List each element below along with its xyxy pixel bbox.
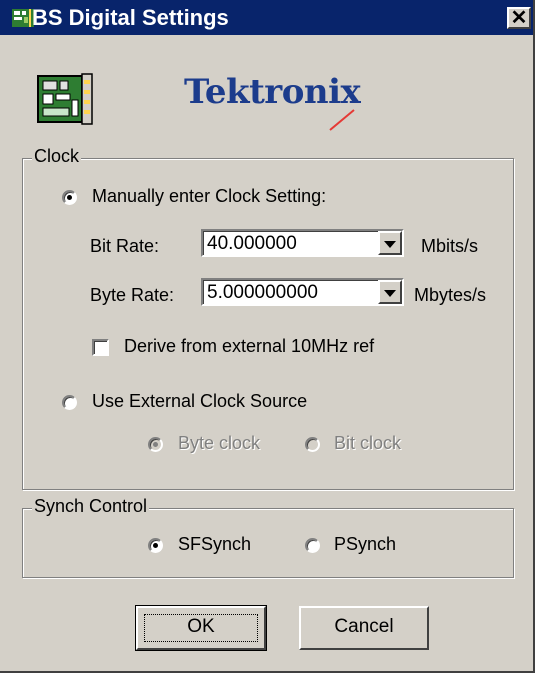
external-clock-label[interactable]: Use External Clock Source [92,391,307,412]
clock-group [22,158,514,490]
cancel-button-label: Cancel [334,616,394,637]
close-icon: ✕ [510,7,528,29]
derive-10mhz-checkbox[interactable] [92,339,109,356]
byte-rate-unit: Mbytes/s [414,285,487,305]
psynch-label[interactable]: PSynch [334,534,396,555]
ok-button[interactable]: OK [135,605,267,651]
synch-control-group-label: Synch Control [32,496,150,517]
title-bar[interactable]: BS Digital Settings ✕ [0,0,533,35]
close-button[interactable]: ✕ [507,7,531,29]
logo-text: Tektronix [184,72,361,112]
byte-rate-label: Byte Rate: [90,285,175,305]
sfsynch-label[interactable]: SFSynch [178,534,251,555]
synch-control-group [22,508,514,578]
bit-rate-dropdown-button[interactable] [378,231,402,255]
bit-clock-radio[interactable] [305,437,320,452]
byte-rate-combo[interactable]: 5.000000000 [201,278,404,306]
bit-rate-value[interactable]: 40.000000 [207,233,297,255]
ok-button-label: OK [187,616,215,637]
manual-clock-label[interactable]: Manually enter Clock Setting: [92,186,326,207]
circuit-board-icon [12,9,34,27]
circuit-board-icon [37,73,93,125]
window-title: BS Digital Settings [32,5,229,30]
tektronix-logo: Tektronix [184,72,384,132]
manual-clock-radio[interactable] [62,190,77,205]
logo-slash-icon [329,109,355,131]
psynch-radio[interactable] [305,538,320,553]
bit-clock-label[interactable]: Bit clock [334,433,401,454]
bit-rate-label: Bit Rate: [90,236,160,256]
byte-clock-label[interactable]: Byte clock [178,433,260,454]
sfsynch-radio[interactable] [148,538,163,553]
clock-group-label: Clock [32,146,82,167]
chevron-down-icon [384,241,396,248]
derive-10mhz-label[interactable]: Derive from external 10MHz ref [124,336,374,357]
byte-rate-value[interactable]: 5.000000000 [207,282,318,304]
bit-rate-unit: Mbits/s [421,236,479,256]
chevron-down-icon [384,290,396,297]
cancel-button[interactable]: Cancel [299,606,429,650]
external-clock-radio[interactable] [62,395,77,410]
dialog-window: BS Digital Settings ✕ Tektronix Clock Ma… [0,0,535,673]
byte-rate-dropdown-button[interactable] [378,280,402,304]
byte-clock-radio[interactable] [148,437,163,452]
bit-rate-combo[interactable]: 40.000000 [201,229,404,257]
